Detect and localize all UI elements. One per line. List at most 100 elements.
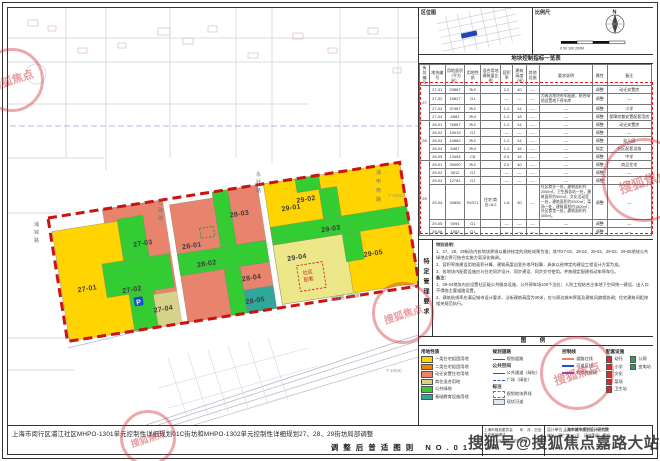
table-cell: — — [607, 94, 651, 105]
table-cell: 1.2 — [500, 120, 512, 128]
plan-sheet: 社区 配套 27-01 27-02 27-03 27-04 28-01 28-0… — [0, 0, 660, 461]
table-cell: — — [513, 168, 526, 176]
table-cell: — — [526, 128, 539, 136]
table-cell — [481, 86, 501, 94]
table-cell: 小学 — [607, 104, 651, 112]
table-cell: — — [539, 128, 592, 136]
table-cell — [481, 144, 501, 152]
table-cell — [481, 120, 501, 128]
table-cell: 调整 — [593, 220, 607, 228]
legend-swatch — [493, 373, 505, 374]
management-notes: 特别说明：1、27、28、29街坊内各地块界线以最终核定的测绘成果为准；其中27… — [433, 240, 653, 336]
table-row: 28-0513454C80.515——调整中学 — [420, 152, 652, 160]
table-row: 27-0219827G1———为周边地块停车配建，结合绿地设置地下停车库调整— — [420, 94, 652, 105]
scale-cell: 比例尺 N 0 50 100 200M — [533, 8, 653, 54]
table-cell: — — [607, 184, 651, 219]
legend-swatch — [421, 386, 433, 393]
approval-row-1: 上海市规划委员会 年 月 日全会议审议通过 — [484, 428, 543, 439]
table-cell: 幼儿园 — [607, 136, 651, 144]
table-cell: 30 — [513, 184, 526, 219]
table-cell: G1 — [465, 168, 481, 176]
scale-bar: 0 50 100 200M — [560, 41, 625, 51]
legend-item: 变电站 — [630, 364, 651, 371]
table-cell: — — [539, 220, 592, 228]
table-header: 属性 — [593, 65, 607, 86]
legend-facility-header: 配套设施 — [606, 349, 651, 355]
legend-swatch — [562, 372, 574, 374]
legend-title: 图 例 — [419, 337, 653, 346]
table-header: 用地性质 — [465, 65, 481, 86]
legend-item: 一类住宅组团用地 — [421, 356, 489, 363]
table-row: 28-046487Rr41.215——拟定社区配套设施 — [420, 144, 652, 152]
note-line: 1、29-04地块内应设置社区级公共服务设施，公共停车场100个泊位；人防工程结… — [436, 282, 650, 294]
table-cell — [481, 152, 501, 160]
legend-item: 公共通道（绿化） — [493, 370, 559, 376]
table-title: 地块控制指标一览表 — [419, 55, 653, 64]
table-cell: — — [500, 176, 512, 184]
title-bar: 上海市闵行区浦江社区MHPO-1301单元控制性详细规划01C街坊和MHPO-1… — [8, 425, 652, 456]
legend-road-header: 规划道路 — [493, 349, 559, 355]
table-cell: 15 — [513, 144, 526, 152]
table-cell: C8 — [465, 152, 481, 160]
location-inset: 区位图 — [419, 8, 533, 54]
table-cell: 15 — [513, 152, 526, 160]
table-cell: 调整 — [593, 112, 607, 120]
legend-item: 动迁安置住宅用地 — [421, 371, 489, 378]
table-row: 29-061353G1————调整— — [420, 228, 652, 236]
table-cell — [481, 104, 501, 112]
table-cell: — — [513, 128, 526, 136]
table-cell: 29-06 — [429, 228, 445, 236]
legend-control-col: 控制线 道路红线河道蓝线轨交控制线 — [560, 346, 604, 425]
sheet-title-cell: 上海市闵行区浦江社区MHPO-1301单元控制性详细规划01C街坊和MHPO-1… — [8, 426, 483, 456]
table-cell — [481, 136, 501, 144]
legend-swatch — [421, 394, 433, 401]
table-cell: — — [513, 220, 526, 228]
table-cell: G1 — [465, 228, 481, 236]
legend-swatch — [630, 364, 637, 371]
table-cell: Rr2C1 — [465, 184, 481, 219]
table-cell: 调整 — [593, 168, 607, 176]
table-cell: — — [526, 94, 539, 105]
map-marker-2: T-18(M) — [386, 368, 402, 373]
table-header: 混合用地建筑量比例 — [481, 65, 501, 86]
legend-swatch — [606, 379, 613, 386]
table-row: 29-0312781G1————调整— — [420, 176, 652, 184]
legend-swatch — [493, 391, 505, 398]
table-row: 27-046581Rr41.218——调整保障房兼安置配套用房 — [420, 112, 652, 120]
table-cell: — — [607, 220, 651, 228]
table-header: 要求说明 — [539, 65, 592, 86]
table-cell: 29-01 — [429, 160, 445, 168]
table-header: 其他设施 — [526, 65, 539, 86]
table-cell: 6581 — [445, 112, 465, 120]
table-cell: 28-05 — [429, 152, 445, 160]
legend-swatch — [606, 371, 613, 378]
table-cell: G1 — [465, 220, 481, 228]
legend-road-col: 规划道路 规划道路 公共空间 公共通道（绿化）广场（绿化） 标注 规划地块界线现… — [491, 346, 561, 425]
table-header: 备注 — [607, 65, 651, 86]
table-cell: 调整 — [593, 128, 607, 136]
legend-item: 基础教育设施用地 — [421, 394, 489, 401]
table-cell: — — [526, 112, 539, 120]
legend-space-header: 公共空间 — [493, 363, 559, 369]
table-cell: 1.2 — [500, 144, 512, 152]
legend-item: 道路红线 — [562, 356, 602, 362]
table-cell: 76567 — [445, 120, 465, 128]
table-cell: — — [539, 152, 592, 160]
table-cell: 28-04 — [429, 144, 445, 152]
table-cell: 1.6 — [500, 184, 512, 219]
table-row: 29-0434836Rr2C1住宅:商业=8:21.630—社区商业一处，建筑面… — [420, 184, 652, 219]
table-cell: 23867 — [445, 86, 465, 94]
legend-landuse-header: 用地性质 — [421, 349, 489, 355]
note-line: 2、建筑贴线率应满足城市设计要求，沿街建筑高度为30米，应与周边城市界面及建筑风… — [436, 295, 650, 307]
table-cell: Rr4 — [465, 144, 481, 152]
table-cell: — — [526, 176, 539, 184]
table-cell: 社区商业一处，建筑面积约2000㎡；卫生服务站一处，建筑面积约500㎡；文化活动… — [539, 184, 592, 219]
scale-label: 比例尺 — [535, 9, 550, 16]
legend-item: 轨交控制线 — [562, 370, 602, 376]
note-line: 特别说明： — [436, 242, 650, 248]
table-cell: Rr2 — [465, 136, 481, 144]
table-cell: 29-05 — [429, 220, 445, 228]
table-cell: — — [539, 160, 592, 168]
table-cell: 中学 — [607, 152, 651, 160]
table-cell: — — [526, 120, 539, 128]
